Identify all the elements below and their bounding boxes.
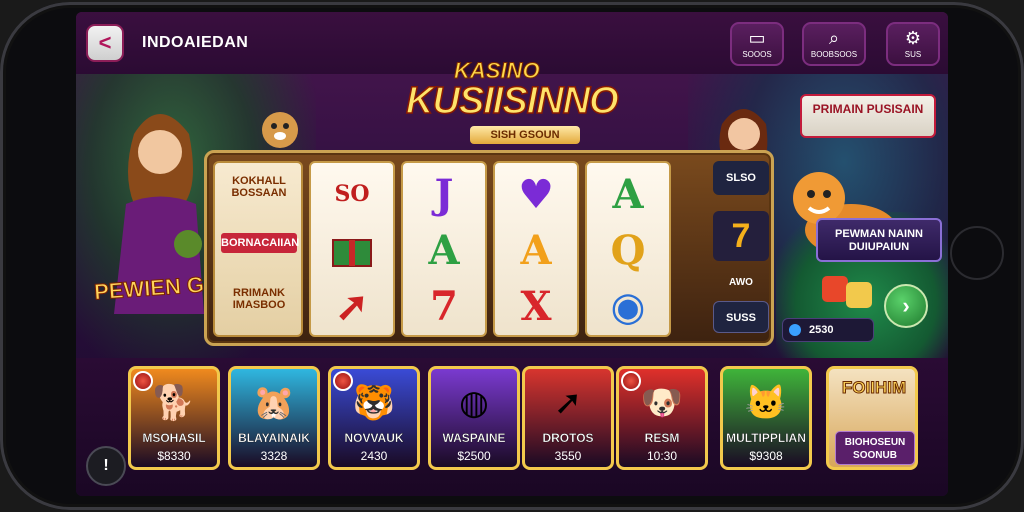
settings-button[interactable]: ⚙ SUS <box>886 22 940 66</box>
search-button[interactable]: ⌕ BOOBSOOS <box>802 22 866 66</box>
game-tile[interactable]: 🐹 BLAYAINAIK 3328 <box>228 366 320 470</box>
game-name: NOVVAUK <box>344 431 404 445</box>
game-name: DROTOS <box>542 431 594 445</box>
back-arrow-icon: < <box>98 30 112 55</box>
game-art-icon: ◍ <box>459 384 489 422</box>
game-name: RESM <box>644 431 680 445</box>
slot-right-column: SLSO 7 AWO SUSS <box>713 161 769 337</box>
heart-gem-icon: ♥ <box>518 170 554 218</box>
badge-icon <box>333 371 353 391</box>
game-name: MULTIPPLIAN <box>726 431 806 445</box>
dog-mascot-image <box>262 112 298 148</box>
games-row: ! 🐕 MSOHASIL $8330 🐹 BLAYAINAIK 3328 🐯 NOVVAUK 2… <box>76 358 948 496</box>
promo-banner-mid[interactable]: PEWMAN NAINN DUIUPAIUN <box>816 218 942 262</box>
game-amount: 3550 <box>554 449 582 463</box>
featured-game-title: FOIIHIM <box>841 378 907 397</box>
reel-symbol: 7 <box>430 282 458 330</box>
game-tile[interactable]: 🐶 RESM 10:30 <box>616 366 708 470</box>
settings-label: SUS <box>904 50 922 59</box>
next-arrow-button[interactable]: › <box>884 284 928 328</box>
game-amount: 10:30 <box>646 449 678 463</box>
logo-tagline: SISH GSOUN <box>470 126 580 144</box>
side-label-bottom: RRIMANK IMASBOO <box>232 287 286 311</box>
slot-machine: KOKHALL BOSSAAN BORNACAIIAN RRIMANK IMAS… <box>204 150 774 346</box>
right-col-seven: 7 <box>713 211 769 261</box>
right-col-top: SLSO <box>713 161 769 195</box>
featured-game-tile[interactable]: FOIIHIM BIOHOSEUN SOONUB <box>826 366 918 470</box>
game-amount: $9308 <box>749 449 783 463</box>
game-screen: < INDOAIEDAN ▭ SOOOS ⌕ BOOBSOOS ⚙ SUS KA… <box>76 12 948 496</box>
arrow-symbol-icon: ➚ <box>335 282 369 330</box>
chevron-right-icon: › <box>902 293 910 318</box>
balance-pill: 2530 <box>782 318 874 342</box>
game-tile[interactable]: 🐕 MSOHASIL $8330 <box>128 366 220 470</box>
game-tile[interactable]: 🐯 NOVVAUK 2430 <box>328 366 420 470</box>
game-art-icon: 🐹 <box>252 384 296 422</box>
promo-banner-top[interactable]: PRIMAIN PUSISAIN <box>800 94 936 138</box>
search-label: BOOBSOOS <box>810 50 858 59</box>
casino-logo: KASINO KUSIISINNO SISH GSOUN <box>394 50 624 150</box>
slot-reel-2: J A 7 <box>401 161 487 337</box>
game-art-icon: ➚ <box>553 384 583 422</box>
game-art-icon: 🐱 <box>744 384 788 422</box>
gift-box-icon <box>311 223 393 277</box>
game-amount: 2430 <box>360 449 388 463</box>
reel-symbol: SO <box>334 181 370 207</box>
right-col-bottom[interactable]: SUSS <box>713 301 769 333</box>
screen-label: SOOOS <box>742 50 772 59</box>
game-tile[interactable]: 🐱 MULTIPPLIAN $9308 <box>720 366 812 470</box>
balance-value: 2530 <box>809 324 834 336</box>
dice-icon <box>822 276 872 308</box>
game-tile[interactable]: ◍ WASPAINE $2500 <box>428 366 520 470</box>
info-button[interactable]: ! <box>86 446 126 486</box>
home-button[interactable] <box>950 226 1004 280</box>
gear-icon: ⚙ <box>904 28 922 48</box>
game-name: MSOHASIL <box>142 431 206 445</box>
featured-game-sub: BIOHOSEUN SOONUB <box>835 431 915 465</box>
side-label-mid[interactable]: BORNACAIIAN <box>221 233 299 253</box>
screen-button[interactable]: ▭ SOOOS <box>730 22 784 66</box>
game-amount: $8330 <box>157 449 191 463</box>
logo-line-2: KUSIISINNO <box>405 79 619 123</box>
app-title: INDOAIEDAN <box>142 34 249 51</box>
slot-reel-1: SO ➚ <box>309 161 395 337</box>
game-tile[interactable]: ➚ DROTOS 3550 <box>522 366 614 470</box>
badge-icon <box>133 371 153 391</box>
screen-icon: ▭ <box>748 28 766 48</box>
slot-reel-4: A Q ◉ <box>585 161 671 337</box>
reel-symbol: Q <box>610 226 646 274</box>
reel-symbol: A <box>612 170 644 218</box>
slot-side-panel: KOKHALL BOSSAAN BORNACAIIAN RRIMANK IMAS… <box>213 161 303 337</box>
search-icon: ⌕ <box>828 28 840 48</box>
back-button[interactable]: < <box>86 24 124 62</box>
info-icon: ! <box>103 457 109 474</box>
game-amount: 3328 <box>260 449 288 463</box>
reel-symbol: A <box>520 226 552 274</box>
game-amount: $2500 <box>457 449 491 463</box>
side-label-top: KOKHALL BOSSAAN <box>231 175 287 199</box>
game-name: WASPAINE <box>442 431 506 445</box>
badge-icon <box>621 371 641 391</box>
right-col-label: AWO <box>729 277 753 288</box>
coin-icon <box>789 324 801 336</box>
slot-reel-3: ♥ A X <box>493 161 579 337</box>
reel-symbol: X <box>520 282 552 330</box>
gem-icon: ◉ <box>610 282 646 330</box>
reel-symbol: J <box>434 170 454 218</box>
reel-symbol: A <box>428 226 460 274</box>
game-name: BLAYAINAIK <box>238 431 310 445</box>
